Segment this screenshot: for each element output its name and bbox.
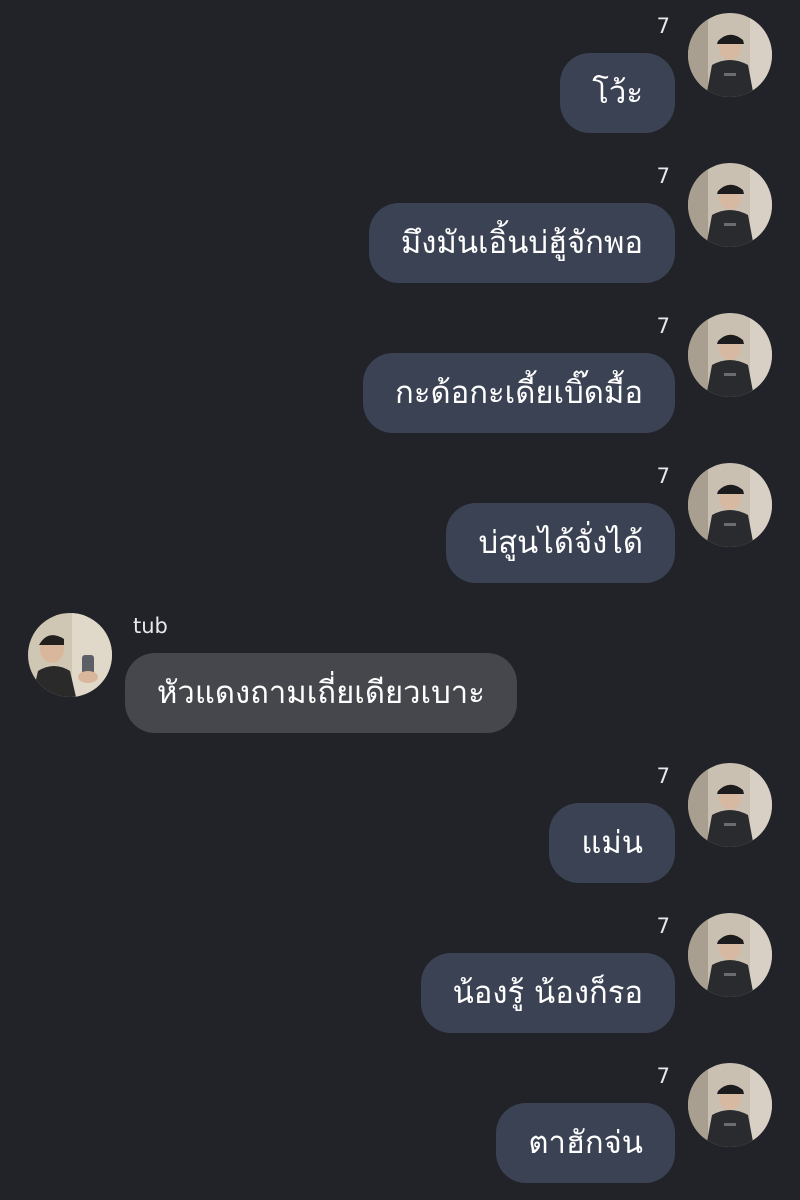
message-row: 7 กะด้อกะเดี้ยเบิ๊ดมื้อ: [0, 300, 800, 450]
sender-name: 7: [656, 14, 670, 38]
sender-name: tub: [133, 614, 168, 638]
message-row: tub หัวแดงถามเถี่ยเดียวเบาะ: [0, 600, 800, 750]
message-bubble[interactable]: บ่สูนได้จั่งได้: [446, 503, 675, 583]
message-bubble[interactable]: ตาฮักจ่น: [496, 1103, 675, 1183]
avatar[interactable]: [688, 463, 772, 547]
message-row: 7 บ่สูนได้จั่งได้: [0, 450, 800, 600]
message-bubble[interactable]: กะด้อกะเดี้ยเบิ๊ดมื้อ: [363, 353, 675, 433]
message-bubble[interactable]: โว้ะ: [560, 53, 675, 133]
avatar[interactable]: [688, 1063, 772, 1147]
avatar[interactable]: [688, 163, 772, 247]
sender-name: 7: [656, 914, 670, 938]
avatar[interactable]: [28, 613, 112, 697]
message-row: 7 แม่น: [0, 750, 800, 900]
message-bubble[interactable]: มึงมันเอิ้นบ่ฮู้จักพอ: [368, 203, 675, 283]
sender-name: 7: [656, 464, 670, 488]
message-bubble[interactable]: น้องรู้ น้องก็รอ: [420, 953, 675, 1033]
message-row: 7 มึงมันเอิ้นบ่ฮู้จักพอ: [0, 150, 800, 300]
chat-thread[interactable]: 7 โว้ะ 7 มึงมันเอิ้นบ่ฮู้จักพอ 7 กะด้อกะเดี้ย…: [0, 0, 800, 1200]
avatar[interactable]: [688, 313, 772, 397]
avatar[interactable]: [688, 763, 772, 847]
sender-name: 7: [656, 164, 670, 188]
sender-name: 7: [656, 764, 670, 788]
message-row: 7 น้องรู้ น้องก็รอ: [0, 900, 800, 1050]
avatar[interactable]: [688, 913, 772, 997]
sender-name: 7: [656, 1064, 670, 1088]
message-row: 7 ตาฮักจ่น: [0, 1050, 800, 1200]
message-bubble[interactable]: แม่น: [549, 803, 675, 883]
avatar[interactable]: [688, 13, 772, 97]
message-row: 7 โว้ะ: [0, 0, 800, 150]
sender-name: 7: [656, 314, 670, 338]
message-bubble[interactable]: หัวแดงถามเถี่ยเดียวเบาะ: [125, 653, 517, 733]
